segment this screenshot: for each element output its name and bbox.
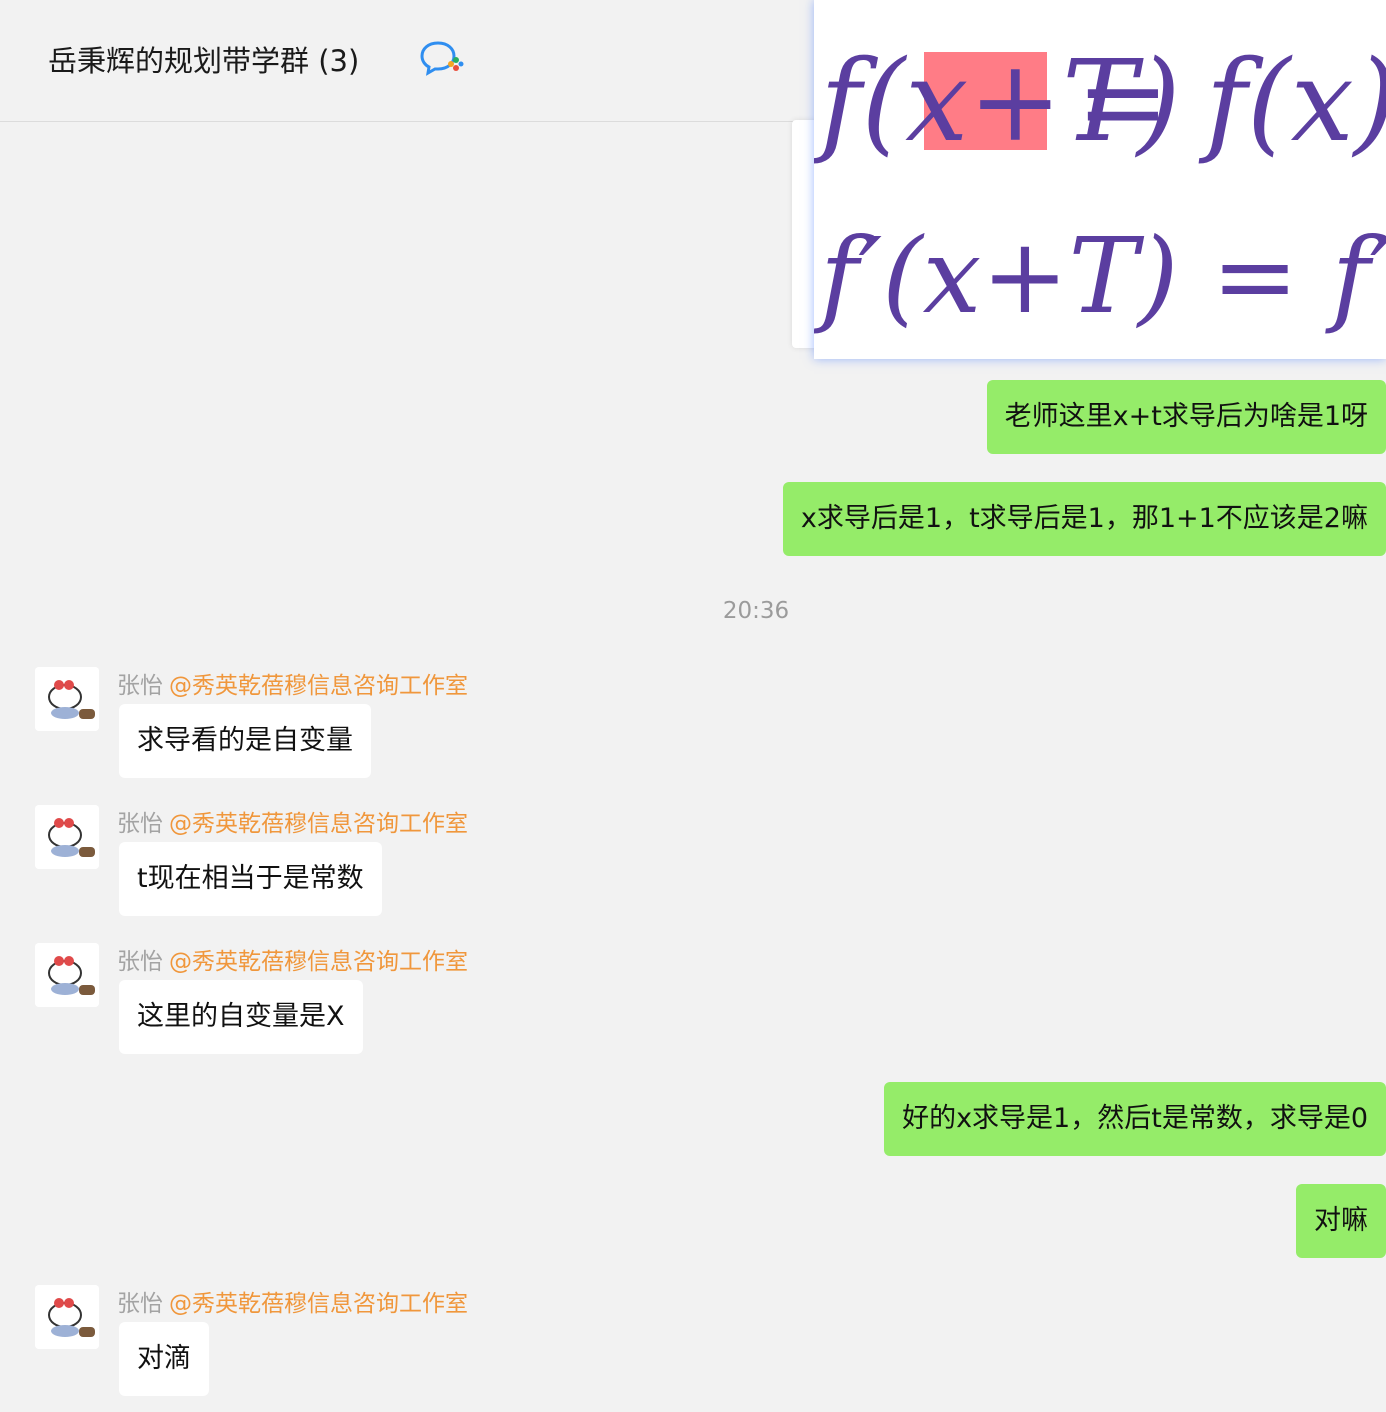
avatar[interactable] [35, 667, 99, 731]
sender-line: 张怡 @秀英乾蓓穆信息咨询工作室 [117, 942, 468, 976]
sender-name[interactable]: 张怡 [117, 1291, 163, 1317]
received-message-bubble[interactable]: t现在相当于是常数 [119, 842, 382, 916]
my-message-bubble[interactable]: 对嘛 [1296, 1184, 1386, 1258]
received-message-bubble[interactable]: 求导看的是自变量 [119, 704, 371, 778]
formula-line-1: f(x+T) = f(x) [814, 37, 1386, 167]
mention-tag[interactable]: @秀英乾蓓穆信息咨询工作室 [169, 949, 468, 975]
formula-line-2: f′(x+T) = f′(x) [814, 215, 1386, 337]
svg-text:f′(x+T) = f′(x): f′(x+T) = f′(x) [814, 215, 1386, 337]
sender-name[interactable]: 张怡 [117, 673, 163, 699]
sender-name[interactable]: 张怡 [117, 811, 163, 837]
mention-tag[interactable]: @秀英乾蓓穆信息咨询工作室 [169, 1291, 468, 1317]
group-title[interactable]: 岳秉辉的规划带学群 (3) [48, 38, 359, 80]
sender-line: 张怡 @秀英乾蓓穆信息咨询工作室 [117, 804, 468, 838]
chat-bubbles-icon[interactable] [420, 40, 464, 76]
my-message-bubble[interactable]: x求导后是1，t求导后是1，那1+1不应该是2嘛 [782, 482, 1386, 556]
svg-text:= f(x): = f(x) [1076, 37, 1386, 167]
avatar[interactable] [35, 1285, 99, 1349]
formula-image-message[interactable]: f(x+T) = f(x) f′(x+T) = f′(x) [814, 0, 1386, 359]
my-message-bubble[interactable]: 好的x求导是1，然后t是常数，求导是0 [884, 1082, 1386, 1156]
sender-line: 张怡 @秀英乾蓓穆信息咨询工作室 [117, 666, 468, 700]
message-timestamp: 20:36 [722, 598, 790, 624]
sender-line: 张怡 @秀英乾蓓穆信息咨询工作室 [117, 1284, 468, 1318]
sender-name[interactable]: 张怡 [117, 949, 163, 975]
received-message-bubble[interactable]: 对滴 [119, 1322, 209, 1396]
avatar[interactable] [35, 943, 99, 1007]
avatar[interactable] [35, 805, 99, 869]
mention-tag[interactable]: @秀英乾蓓穆信息咨询工作室 [169, 673, 468, 699]
mention-tag[interactable]: @秀英乾蓓穆信息咨询工作室 [169, 811, 468, 837]
received-message-bubble[interactable]: 这里的自变量是X [119, 980, 363, 1054]
my-message-bubble[interactable]: 老师这里x+t求导后为啥是1呀 [986, 380, 1386, 454]
